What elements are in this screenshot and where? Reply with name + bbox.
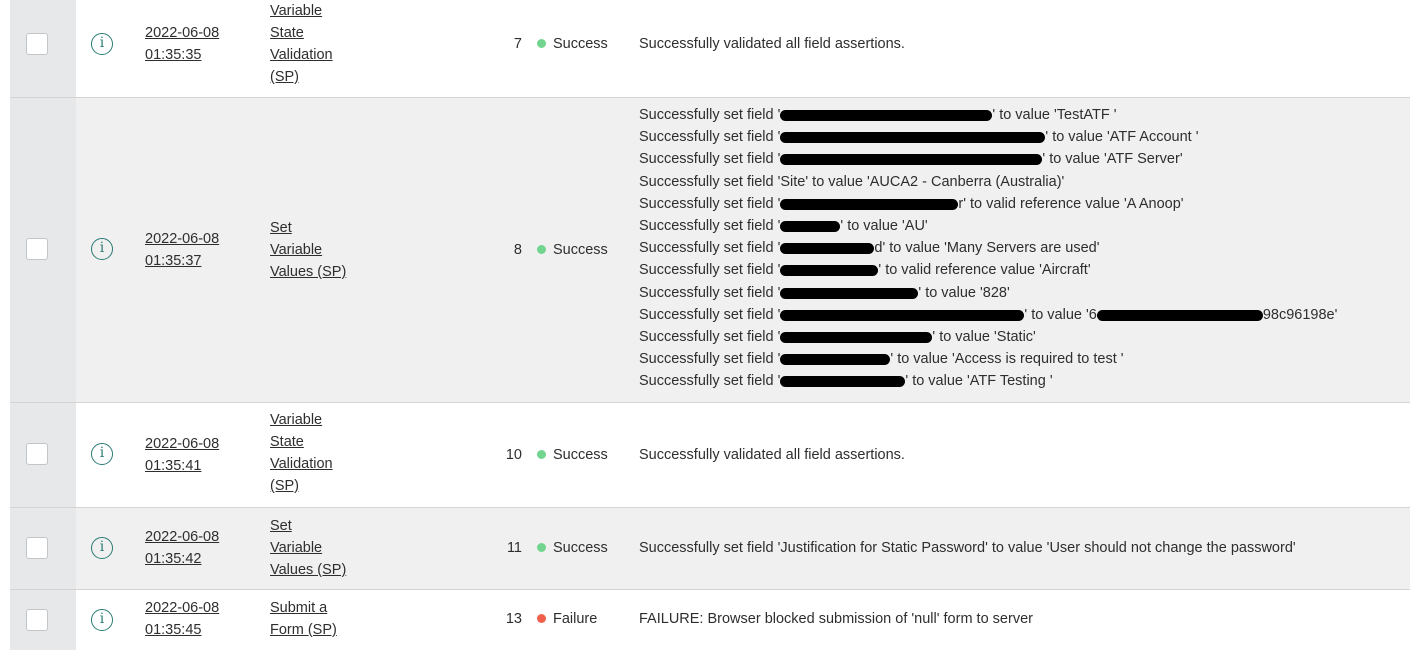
redaction-mark: [780, 309, 1025, 321]
redaction-mark: [780, 265, 879, 277]
row-checkbox[interactable]: [26, 238, 48, 260]
status-badge: Success: [537, 33, 608, 55]
step-link[interactable]: Submit a Form (SP): [270, 597, 380, 641]
start-time-link[interactable]: 2022-06-08 01:35:41: [145, 433, 245, 477]
redaction-mark: [780, 221, 841, 233]
row-checkbox[interactable]: [26, 537, 48, 559]
output-message: FAILURE: Browser blocked submission of '…: [639, 611, 1033, 627]
status-badge: Failure: [537, 608, 597, 630]
start-time-link[interactable]: 2022-06-08 01:35:37: [145, 228, 245, 272]
status-dot-icon: [537, 245, 546, 254]
message-line: Successfully set field ' ' to value 'ATF …: [639, 373, 1053, 390]
status-dot-icon: [537, 39, 546, 48]
status-badge: Success: [537, 444, 608, 466]
order-value: 13: [505, 611, 522, 627]
redaction-mark: [780, 110, 993, 121]
info-icon[interactable]: i: [91, 443, 113, 465]
step-link[interactable]: Variable State Validation (SP): [270, 409, 380, 497]
message-line: Successfully set field ' ' to value '6 98c…: [639, 306, 1338, 323]
start-time-link[interactable]: 2022-06-08 01:35:45: [145, 597, 245, 641]
message-line: Successfully set field ' ' to value 'ATF …: [639, 129, 1199, 146]
message-line: Successfully set field ' ' to value 'Test…: [639, 107, 1117, 123]
info-icon[interactable]: i: [91, 238, 113, 260]
table-row: i 2022-06-08 01:35:45 Submit a Form (SP)…: [10, 590, 1410, 650]
output-message: Successfully set field ' ' to value 'Test…: [639, 104, 1399, 393]
redaction-mark: [780, 376, 906, 388]
table-row: i 2022-06-08 01:35:41 Variable State Val…: [10, 403, 1410, 508]
message-line: Successfully set field ' ' to valid refer…: [639, 262, 1091, 279]
status-dot-icon: [537, 450, 546, 459]
message-line: Successfully set field ' ' to value '828': [639, 284, 1010, 301]
step-link[interactable]: Set Variable Values (SP): [270, 217, 380, 283]
redaction-mark: [780, 154, 1043, 166]
message-line: Successfully set field ' ' to value 'Stat…: [639, 329, 1036, 346]
status-dot-icon: [537, 614, 546, 623]
order-value: 11: [506, 540, 522, 556]
order-value: 10: [505, 447, 522, 463]
table-row: i 2022-06-08 01:35:42 Set Variable Value…: [10, 508, 1410, 590]
step-link[interactable]: Set Variable Values (SP): [270, 515, 380, 581]
order-value: 8: [513, 242, 522, 258]
redaction-mark: [780, 332, 933, 344]
row-checkbox[interactable]: [26, 33, 48, 55]
redaction-mark: [780, 132, 1046, 144]
start-time-link[interactable]: 2022-06-08 01:35:42: [145, 526, 245, 570]
redaction-mark: [780, 243, 875, 255]
redaction-mark: [780, 287, 919, 299]
redaction-mark: [780, 198, 959, 210]
table-row: i 2022-06-08 01:35:37 Set Variable Value…: [10, 98, 1410, 403]
redaction-mark: [780, 354, 891, 366]
status-badge: Success: [537, 239, 608, 261]
info-icon[interactable]: i: [91, 537, 113, 559]
info-icon[interactable]: i: [91, 609, 113, 631]
message-line: Successfully set field 'Site' to value '…: [639, 173, 1065, 190]
message-line: Successfully set field ' ' to value 'ATF …: [639, 151, 1183, 168]
start-time-link[interactable]: 2022-06-08 01:35:35: [145, 22, 245, 66]
table-row: i 2022-06-08 01:35:35 Variable State Val…: [10, 0, 1410, 98]
message-line: Successfully set field ' ' to value 'AU': [639, 218, 928, 235]
output-message: Successfully set field 'Justification fo…: [639, 540, 1296, 556]
status-dot-icon: [537, 543, 546, 552]
row-checkbox[interactable]: [26, 443, 48, 465]
message-line: Successfully set field ' r' to valid refe…: [639, 195, 1184, 212]
message-line: Successfully set field ' d' to value 'Man…: [639, 240, 1100, 257]
output-message: Successfully validated all field asserti…: [639, 447, 905, 463]
step-link[interactable]: Variable State Validation (SP): [270, 0, 380, 88]
status-badge: Success: [537, 537, 608, 559]
order-value: 7: [513, 36, 522, 52]
row-checkbox[interactable]: [26, 609, 48, 631]
redaction-mark: [1096, 309, 1263, 321]
output-message: Successfully validated all field asserti…: [639, 36, 905, 52]
info-icon[interactable]: i: [91, 33, 113, 55]
message-line: Successfully set field ' ' to value 'Acce…: [639, 351, 1124, 368]
